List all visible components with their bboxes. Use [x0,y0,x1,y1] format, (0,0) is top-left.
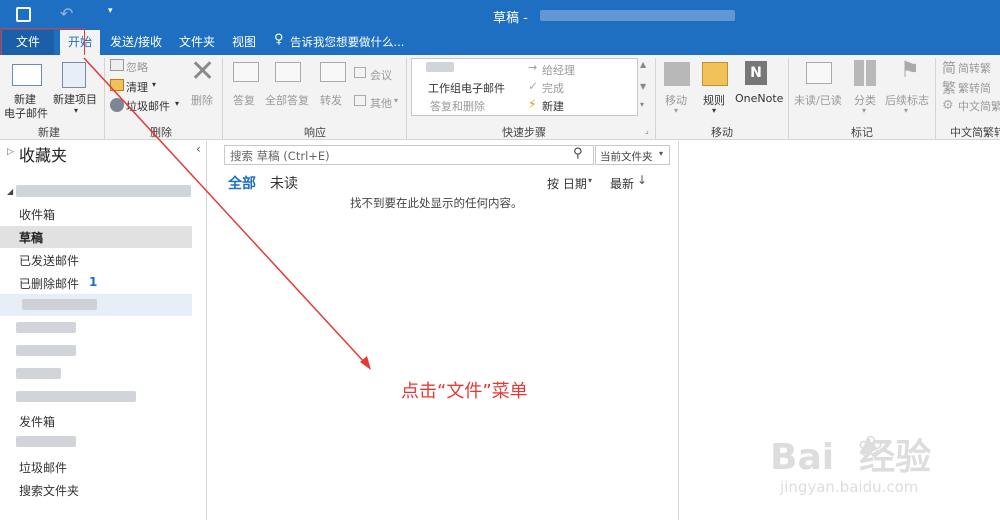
baidu-jingyan-watermark: Bai 经验 ❀ jingyan.baidu.com [770,428,985,508]
watermark-url: jingyan.baidu.com [780,478,919,496]
baidu-logo-text: Bai 经验 [770,437,932,478]
annotation-text: 点击“文件”菜单 [401,381,528,402]
paw-icon: ❀ [858,430,884,465]
